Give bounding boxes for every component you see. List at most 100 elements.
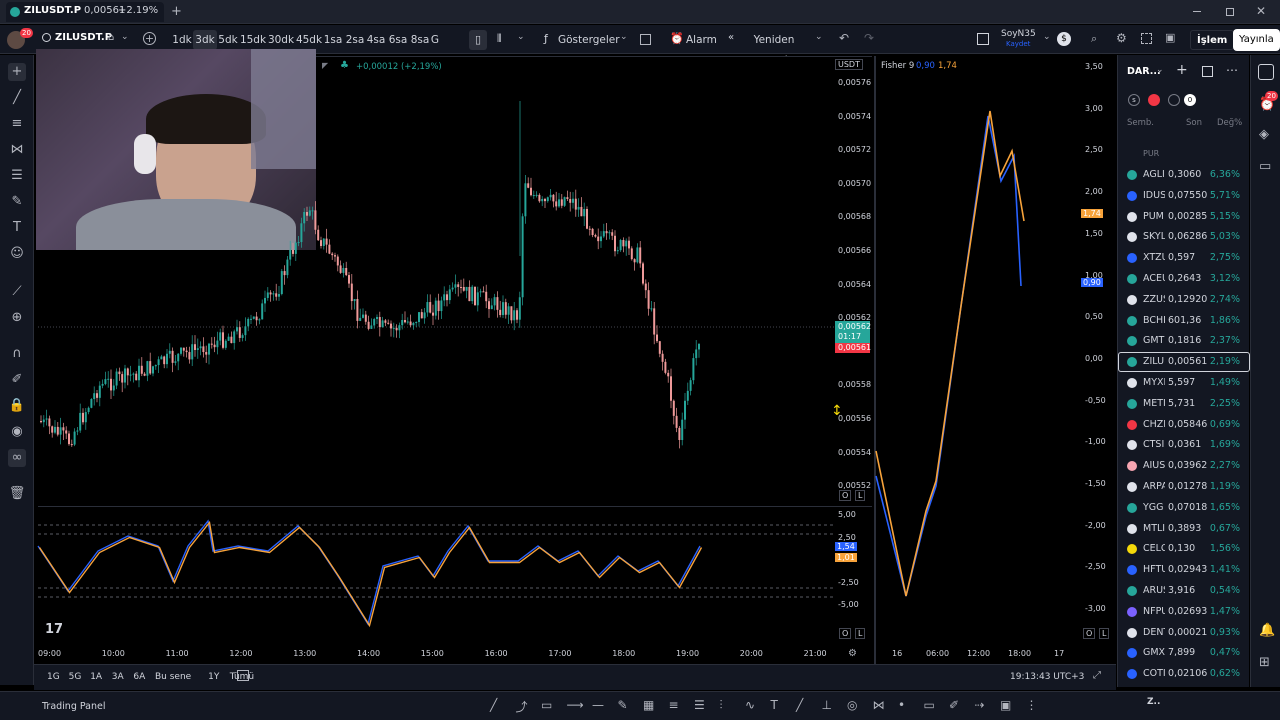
trade-button[interactable]: İşlem	[1190, 30, 1235, 50]
watchlist-row[interactable]: NFPU 0,02693 1,47%	[1118, 602, 1250, 622]
dot-icon[interactable]	[1168, 94, 1180, 106]
trading-panel-tab[interactable]: Trading Panel	[42, 701, 106, 712]
drawing-tool-icon[interactable]: ⇢	[975, 698, 985, 712]
add-symbol-icon[interactable]: +	[1176, 62, 1188, 78]
watchlist-row[interactable]: ARPA 0,01278 1,19%	[1118, 477, 1250, 497]
watchlist-row[interactable]: GMT 0,1816 2,37%	[1118, 331, 1250, 351]
interval-15dk[interactable]: 15dk	[238, 30, 268, 50]
watchlist-row[interactable]: ZILU 0,00561 2,19%	[1118, 352, 1250, 373]
replay-button[interactable]: Yeniden oynat	[742, 30, 806, 66]
maximize-icon[interactable]	[1226, 8, 1234, 16]
active-tab[interactable]: ZILUSDT.P 0,00561 +2.19%	[6, 2, 164, 22]
watchlist-row[interactable]: ARUS3,916 0,54%	[1118, 581, 1250, 601]
zoom-icon[interactable]: ⊕	[8, 309, 26, 327]
interval-30dk[interactable]: 30dk	[266, 30, 296, 50]
watchlist-row[interactable]: PUM 0,00285 5,15%	[1118, 207, 1250, 227]
fisher-lock-button[interactable]: O	[1083, 628, 1096, 639]
partial-row[interactable]: PUR	[1143, 149, 1159, 156]
date-range-icon[interactable]	[237, 670, 249, 681]
watchlist-row[interactable]: ZZUS0,129202,74%	[1118, 290, 1250, 310]
chevron-down-icon[interactable]: ⌄	[1043, 32, 1051, 42]
replay-icon[interactable]: «	[728, 32, 734, 43]
brush-icon[interactable]: ✎	[8, 193, 26, 211]
save-label[interactable]: Kaydet	[1006, 40, 1030, 48]
panel-toggle-icon[interactable]	[977, 33, 989, 45]
auto-lock-button[interactable]: O	[839, 490, 852, 501]
drawing-tool-icon[interactable]: ⤴	[516, 698, 528, 715]
drawing-tool-icon[interactable]: ⟶	[567, 698, 584, 712]
drawing-tool-icon[interactable]: ☰	[694, 698, 705, 712]
drawing-tool-icon[interactable]: T	[771, 698, 778, 712]
help-icon[interactable]: ⊞	[1259, 655, 1270, 670]
watchlist-row[interactable]: BCHI 601,36 1,86%	[1118, 311, 1250, 331]
pencil-lock-icon[interactable]: ✐	[8, 371, 26, 389]
log-scale-button[interactable]: L	[855, 490, 866, 501]
trend-line-icon[interactable]: ╱	[8, 89, 26, 107]
layers-icon[interactable]: ◈	[1259, 127, 1269, 142]
camera-icon[interactable]: ▣	[1165, 31, 1175, 44]
add-symbol-icon[interactable]: +	[143, 32, 156, 45]
drawing-tool-icon[interactable]: ◎	[847, 698, 857, 712]
quick-search-icon[interactable]: ⌕	[1091, 32, 1097, 46]
pattern-icon[interactable]: ⋈	[8, 141, 26, 159]
scale-arrow-icon[interactable]: ↕	[831, 403, 843, 419]
drawing-tool-icon[interactable]: •	[898, 698, 905, 712]
watchlist-row[interactable]: CELC 0,130 1,56%	[1118, 539, 1250, 559]
drawing-tool-icon[interactable]: ≡	[669, 698, 679, 712]
clock[interactable]: 19:13:43 UTC+3	[1010, 672, 1084, 682]
drawing-tool-icon[interactable]: ⋈	[873, 698, 885, 712]
minimize-icon[interactable]	[1193, 11, 1201, 12]
ruler-icon[interactable]: ⟋	[8, 283, 26, 301]
drawing-tool-icon[interactable]: ⊥	[822, 698, 832, 712]
drawing-tool-icon[interactable]: ▣	[1000, 698, 1011, 712]
close-icon[interactable]: ✕	[1256, 4, 1266, 18]
interval-6sa[interactable]: 6sa	[386, 30, 410, 50]
layout-icon[interactable]	[1202, 66, 1213, 77]
watchlist-row[interactable]: COTI 0,02106 0,62%	[1118, 664, 1250, 684]
range-Bu sene[interactable]: Bu sene	[155, 672, 191, 682]
drawing-tool-icon[interactable]: ▭	[924, 698, 935, 712]
chevron-down-icon[interactable]: ⌄	[815, 32, 823, 42]
magnet-icon[interactable]: ∩	[8, 345, 26, 363]
eye-icon[interactable]: ◉	[8, 423, 26, 441]
time-settings-icon[interactable]: ⚙	[848, 648, 857, 659]
footer-symbol[interactable]: Z..	[1147, 697, 1160, 707]
compare-icon[interactable]: ⌂	[108, 32, 114, 43]
lock-icon[interactable]: 🔒	[8, 397, 26, 415]
bar-style-icon[interactable]: ▯	[469, 30, 487, 50]
flag-icon[interactable]	[1148, 94, 1160, 106]
drawing-tool-icon[interactable]: ✎	[618, 698, 628, 712]
chart-type-icon[interactable]: ⫴	[497, 32, 502, 46]
zero-badge[interactable]: 0	[1184, 94, 1196, 106]
chevron-down-icon[interactable]: ⌄	[517, 32, 525, 42]
osc-lock-button[interactable]: O	[839, 628, 852, 639]
watchlist-row[interactable]: DENT0,000210,93%	[1118, 623, 1250, 643]
range-6A[interactable]: 6A	[133, 672, 145, 682]
text-icon[interactable]: T	[8, 219, 26, 237]
settings-icon[interactable]: ⚙	[1116, 31, 1127, 45]
indicators-icon[interactable]: ƒ	[544, 32, 548, 45]
alarm-icon[interactable]: ⏰	[670, 32, 684, 45]
osc-log-button[interactable]: L	[855, 628, 866, 639]
crosshair-icon[interactable]: +	[8, 63, 26, 81]
col-change[interactable]: Değ%	[1217, 118, 1242, 128]
layout-icon[interactable]	[640, 34, 651, 45]
drawing-tool-icon[interactable]: ✐	[949, 698, 959, 712]
undo-icon[interactable]: ↶	[839, 31, 849, 45]
watchlist-row[interactable]: XTZU0,597 2,75%	[1118, 248, 1250, 268]
fisher-log-button[interactable]: L	[1099, 628, 1110, 639]
watchlist-row[interactable]: GMX 7,899 0,47%	[1118, 643, 1250, 663]
watchlist-row[interactable]: MTLI 0,3893 0,67%	[1118, 519, 1250, 539]
alarm-button[interactable]: Alarm	[686, 30, 717, 50]
publish-button[interactable]: Yayınla	[1233, 29, 1280, 51]
symbol-search[interactable]: ZILUSDT.P	[55, 32, 112, 43]
drawing-tool-icon[interactable]: ╱	[796, 698, 803, 712]
interval-3dk[interactable]: 3dk	[193, 30, 217, 50]
interval-45dk[interactable]: 45dk	[294, 30, 324, 50]
watchlist-row[interactable]: HFTU 0,02943 1,41%	[1118, 560, 1250, 580]
interval-4sa[interactable]: 4sa	[364, 30, 388, 50]
search-icon[interactable]	[42, 33, 51, 42]
watchlist-row[interactable]: ACEU0,2643 3,12%	[1118, 269, 1250, 289]
watchlist-row[interactable]: CHZI 0,05846 0,69%	[1118, 415, 1250, 435]
range-5G[interactable]: 5G	[69, 672, 82, 682]
